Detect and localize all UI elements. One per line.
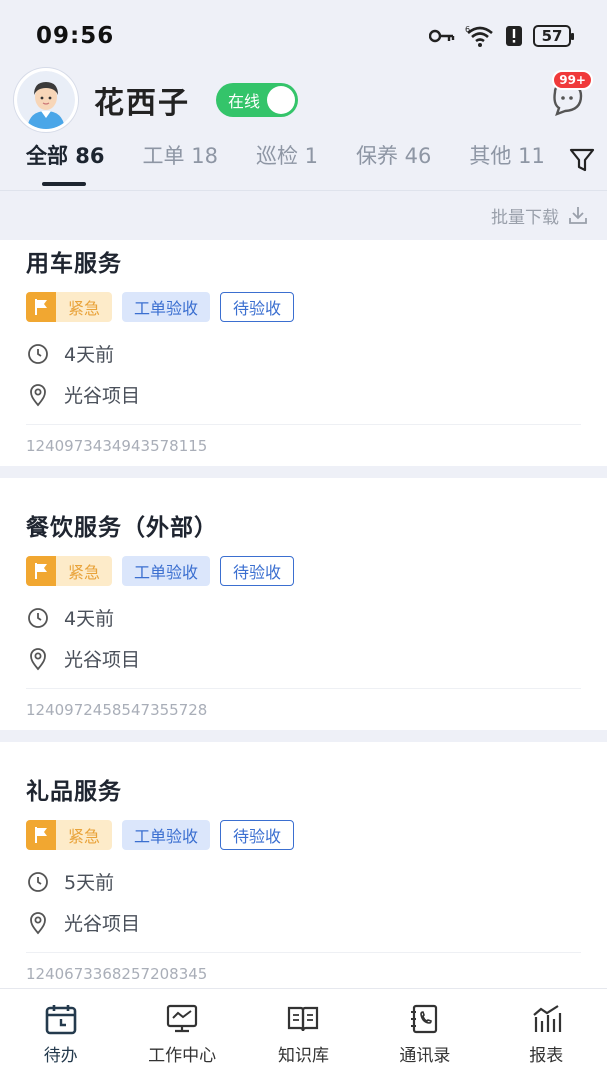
nav-todo[interactable]: 待办 [6,1003,116,1066]
location-pin-icon [30,911,46,934]
tab-maintenance[interactable]: 保养 46 [356,140,431,170]
type-tag: 工单验收 [122,820,211,850]
card-tags: 紧急 工单验收 待验收 [26,820,581,850]
key-icon [429,29,455,43]
nav-contacts[interactable]: 通讯录 [370,1003,480,1066]
tab-inspection[interactable]: 巡检 1 [256,140,318,170]
card-time: 4天前 [64,344,115,366]
card-title: 用车服务 [26,251,122,277]
card-location: 光谷项目 [64,649,141,671]
status-tag: 待验收 [220,820,295,850]
card-id: 1240973434943578115 [26,424,581,466]
card-id: 1240972458547355728 [26,688,581,730]
clock-icon [28,871,48,892]
nav-knowledge-base[interactable]: 知识库 [248,1003,358,1066]
card-title: 餐饮服务（外部） [26,515,218,541]
urgent-label: 紧急 [68,299,101,318]
book-icon [288,1006,319,1032]
card-time-row: 4天前 [26,340,581,367]
nav-label: 工作中心 [148,1046,217,1066]
clock-icon [28,607,48,628]
card-time-row: 4天前 [26,604,581,631]
monitor-icon [166,1004,198,1033]
urgent-tag: 紧急 [26,292,113,322]
calendar-icon [45,1005,76,1035]
status-tag: 待验收 [220,556,295,586]
online-status-toggle[interactable]: 在线 [216,83,298,117]
user-name: 花西子 [94,86,190,121]
download-icon [569,207,587,224]
task-card[interactable]: 礼品服务 紧急 工单验收 待验收 5天前 光谷项目 12406733682572… [0,742,607,988]
card-tags: 紧急 工单验收 待验收 [26,556,581,586]
status-bar: 09:56 6 57 [0,0,607,72]
filter-icon [569,148,595,172]
bulk-download-label: 批量下载 [491,207,559,228]
card-location-row: 光谷项目 [26,909,581,952]
clock-icon [28,343,48,364]
urgent-label: 紧急 [68,563,101,582]
flag-icon [26,292,56,322]
messages-button[interactable]: 99+ [547,70,593,118]
type-tag: 工单验收 [122,292,211,322]
urgent-tag: 紧急 [26,820,113,850]
urgent-label: 紧急 [68,827,101,846]
flag-icon [26,820,56,850]
nav-work-center[interactable]: 工作中心 [127,1003,237,1066]
svg-text:6: 6 [465,25,470,34]
wifi-icon: 6 [465,25,493,47]
phone-book-icon [410,1004,437,1034]
task-list: 用车服务 紧急 工单验收 待验收 4天前 光谷项目 12409734349435… [0,240,607,988]
flag-icon [26,556,56,586]
task-card[interactable]: 用车服务 紧急 工单验收 待验收 4天前 光谷项目 12409734349435… [0,240,607,466]
nav-label: 待办 [43,1046,78,1066]
card-time: 4天前 [64,608,115,630]
tab-other[interactable]: 其他 11 [469,140,544,170]
card-time: 5天前 [64,872,115,894]
user-avatar-icon [17,71,75,129]
card-tags: 紧急 工单验收 待验收 [26,292,581,322]
bulk-action-bar: 批量下载 [0,191,607,239]
avatar[interactable] [14,68,78,132]
online-status-label: 在线 [228,92,261,111]
filter-button[interactable] [557,140,607,180]
nav-label: 通讯录 [399,1046,451,1066]
tab-all[interactable]: 全部 86 [26,140,105,186]
status-tag: 待验收 [220,292,295,322]
status-icons: 6 57 [429,24,574,48]
type-tag: 工单验收 [122,556,211,586]
card-location: 光谷项目 [64,913,141,935]
location-pin-icon [30,647,46,670]
card-location: 光谷项目 [64,385,141,407]
nav-label: 知识库 [277,1046,329,1066]
tab-work-orders[interactable]: 工单 18 [143,140,218,170]
card-title: 礼品服务 [26,779,122,805]
clock: 09:56 [36,23,115,49]
chart-icon [533,1005,562,1032]
alert-icon [506,26,522,46]
header: 花西子 在线 99+ [0,68,607,132]
card-id: 1240673368257208345 [26,952,581,988]
message-count-badge: 99+ [552,70,593,90]
battery-indicator: 57 [533,25,574,47]
bulk-download-button[interactable]: 批量下载 [491,203,589,228]
card-location-row: 光谷项目 [26,381,581,424]
bottom-navigation: 待办 工作中心 知识库 通讯录 报表 [0,988,607,1080]
task-card[interactable]: 餐饮服务（外部） 紧急 工单验收 待验收 4天前 光谷项目 1240972458… [0,478,607,730]
urgent-tag: 紧急 [26,556,113,586]
card-location-row: 光谷项目 [26,645,581,688]
nav-reports[interactable]: 报表 [491,1003,601,1066]
nav-label: 报表 [529,1046,564,1066]
category-tabs: 全部 86 工单 18 巡检 1 保养 46 其他 11 [0,140,607,190]
location-pin-icon [30,383,46,406]
card-time-row: 5天前 [26,868,581,895]
toggle-knob [267,86,295,114]
